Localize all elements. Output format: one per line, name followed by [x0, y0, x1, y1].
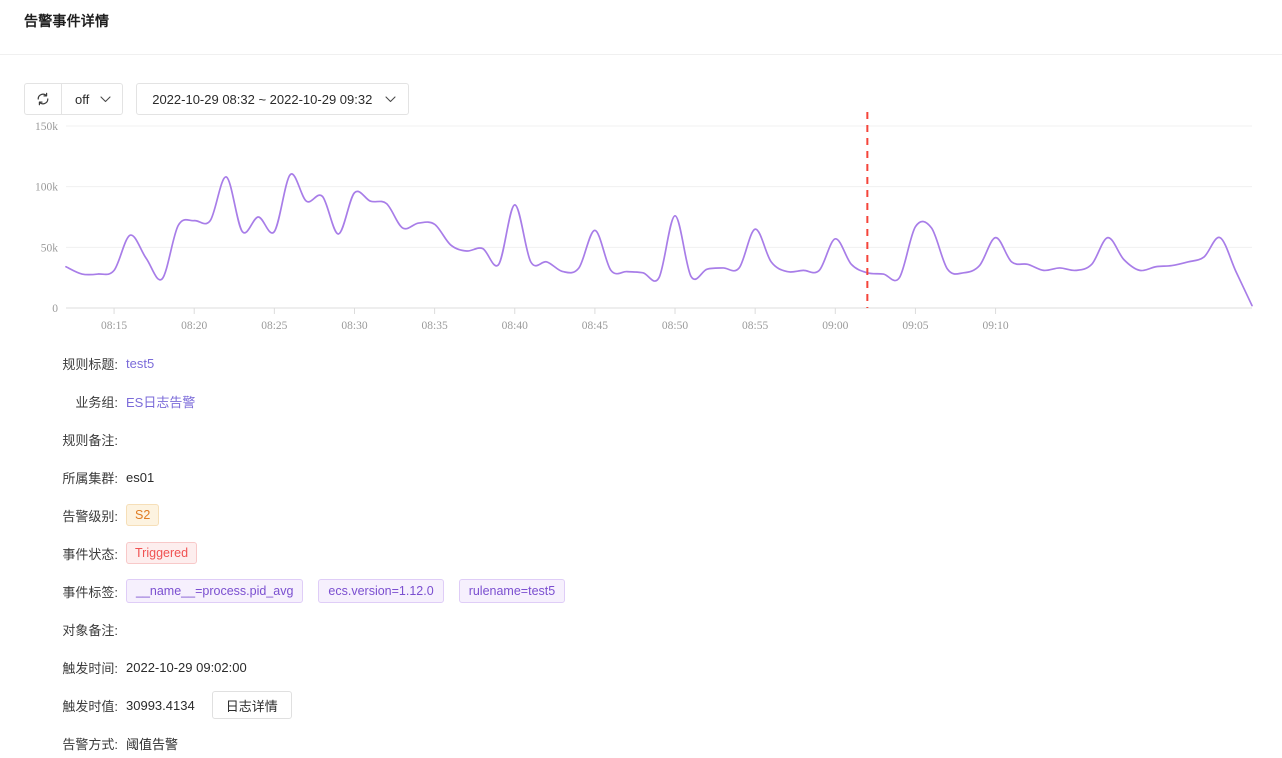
time-range-value: 2022-10-29 08:32 ~ 2022-10-29 09:32	[152, 91, 373, 107]
x-axis-tick-label: 09:00	[822, 320, 848, 332]
x-axis-tick-label: 08:25	[261, 320, 287, 332]
event-tag-list: __name__=process.pid_avg ecs.version=1.12…	[126, 579, 566, 603]
detail-row-value: test5	[126, 356, 154, 371]
x-axis-tick-label: 08:40	[502, 320, 528, 332]
detail-row-value: S2	[126, 504, 160, 526]
detail-row-value: Triggered	[126, 542, 198, 564]
event-detail-list: 规则标题: test5 业务组: ES日志告警规则备注: 所属集群: es01 告警级别: S…	[0, 344, 1282, 758]
detail-row-value: __name__=process.pid_avg ecs.version=1.12…	[126, 579, 566, 603]
detail-row-label: 告警级别:	[62, 508, 118, 524]
chevron-down-icon	[100, 95, 111, 102]
detail-text: 2022-10-29 09:02:00	[126, 659, 247, 675]
metric-chart[interactable]: 0 50k 100k 150k 08:15 08:20 08:25 08:30 08:35 08:…	[0, 112, 1282, 337]
x-axis-tick-label: 09:05	[902, 320, 928, 332]
y-axis-tick-label: 50k	[41, 242, 59, 254]
x-axis-tick-label: 08:55	[742, 320, 768, 332]
detail-row: 业务组: ES日志告警	[0, 382, 1282, 420]
chart-toolbar: off 2022-10-29 08:32 ~ 2022-10-29 09:32	[24, 83, 410, 115]
detail-row-label: 规则标题:	[62, 356, 118, 372]
x-axis-tick-label: 08:45	[582, 320, 608, 332]
detail-row: 触发时值: 30993.4134 日志详情	[0, 686, 1282, 724]
detail-text: 阈值告警	[126, 736, 179, 752]
detail-row: 规则标题: test5	[0, 344, 1282, 382]
y-axis-tick-label: 0	[52, 303, 58, 315]
y-axis-tick-label: 100k	[35, 182, 58, 194]
detail-row: 所属集群: es01	[0, 458, 1282, 496]
detail-row-label: 对象备注:	[62, 622, 118, 638]
page-title: 告警事件详情	[24, 13, 110, 29]
refresh-icon[interactable]	[25, 84, 62, 114]
detail-row: 告警方式: 阈值告警	[0, 724, 1282, 758]
page-header: 告警事件详情	[0, 0, 1282, 55]
detail-row: 规则备注:	[0, 420, 1282, 458]
refresh-interval-value: off	[75, 91, 90, 107]
detail-link[interactable]: test5	[126, 356, 154, 371]
detail-text: 30993.4134	[126, 697, 195, 713]
detail-row-label: 触发时值:	[62, 698, 118, 714]
detail-row-label: 事件标签:	[62, 584, 118, 600]
x-axis-tick-label: 08:35	[422, 320, 448, 332]
log-detail-button[interactable]: 日志详情	[211, 691, 292, 719]
detail-row-label: 告警方式:	[62, 736, 118, 752]
detail-text: es01	[126, 469, 155, 485]
detail-row-value: es01	[126, 470, 154, 485]
x-axis-tick-label: 08:30	[341, 320, 367, 332]
detail-row: 事件标签: __name__=process.pid_avg ecs.version…	[0, 572, 1282, 610]
detail-row: 事件状态: Triggered	[0, 534, 1282, 572]
detail-row-label: 业务组:	[75, 394, 118, 410]
detail-row-label: 事件状态:	[62, 546, 118, 562]
x-axis-tick-label: 08:50	[662, 320, 688, 332]
event-tag[interactable]: ecs.version=1.12.0	[318, 579, 444, 603]
chart-canvas: 0 50k 100k 150k 08:15 08:20 08:25 08:30 08:35 08:…	[35, 112, 1253, 332]
detail-link[interactable]: ES日志告警	[126, 392, 195, 411]
detail-row-value: 2022-10-29 09:02:00	[126, 660, 247, 675]
y-axis-tick-label: 150k	[35, 121, 58, 133]
status-badge: Triggered	[126, 542, 198, 564]
x-axis-tick-label: 08:15	[101, 320, 127, 332]
event-tag[interactable]: __name__=process.pid_avg	[126, 579, 304, 603]
chart-series-line	[65, 173, 1253, 307]
detail-row: 触发时间: 2022-10-29 09:02:00	[0, 648, 1282, 686]
event-tag[interactable]: rulename=test5	[458, 579, 566, 603]
time-range-picker[interactable]: 2022-10-29 08:32 ~ 2022-10-29 09:32	[136, 83, 410, 115]
refresh-interval-select[interactable]: off	[62, 84, 122, 114]
detail-row: 对象备注:	[0, 610, 1282, 648]
chevron-down-icon	[385, 95, 396, 102]
detail-row-label: 触发时间:	[62, 660, 118, 676]
status-badge: S2	[126, 504, 160, 526]
refresh-control-group: off	[24, 83, 124, 115]
detail-row-value: ES日志告警	[126, 392, 195, 411]
x-axis-tick-label: 09:10	[982, 320, 1008, 332]
alert-event-detail-page: 告警事件详情 off 2022-10-29 08:32 ~ 2022-10-29…	[0, 0, 1282, 758]
detail-row-value: 30993.4134 日志详情	[126, 691, 292, 719]
detail-row-label: 所属集群:	[62, 470, 118, 486]
detail-row-value: 阈值告警	[126, 734, 178, 753]
detail-row-label: 规则备注:	[62, 432, 118, 448]
detail-row: 告警级别: S2	[0, 496, 1282, 534]
x-axis-tick-label: 08:20	[181, 320, 207, 332]
